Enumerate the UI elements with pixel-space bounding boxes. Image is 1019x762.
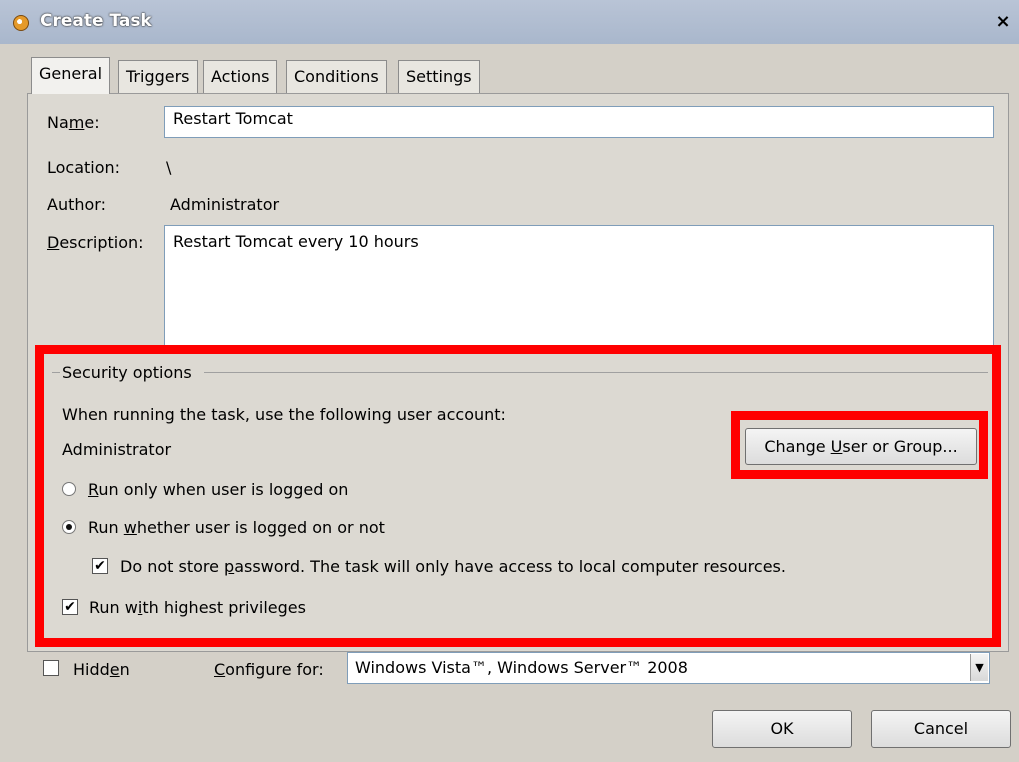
hidden-checkbox[interactable] (43, 660, 59, 676)
change-user-highlight-box (731, 411, 988, 479)
tab-settings[interactable]: Settings (398, 60, 480, 93)
window-title: Create Task (40, 11, 152, 31)
description-label: Description: (47, 233, 144, 252)
task-scheduler-icon (13, 15, 29, 31)
tab-actions[interactable]: Actions (203, 60, 278, 93)
configure-for-label: Configure for: (214, 660, 324, 679)
tab-triggers[interactable]: Triggers (118, 60, 198, 93)
cancel-button[interactable]: Cancel (871, 710, 1011, 748)
location-label: Location: (47, 158, 121, 177)
hidden-label[interactable]: Hidden (73, 660, 130, 679)
configure-for-select[interactable]: Windows Vista™, Windows Server™ 2008 ▼ (347, 652, 990, 684)
tab-conditions[interactable]: Conditions (286, 60, 387, 93)
name-field[interactable]: Restart Tomcat (164, 106, 994, 138)
chevron-down-icon[interactable]: ▼ (970, 654, 988, 681)
close-button[interactable]: × (990, 9, 1016, 35)
title-bar[interactable] (0, 0, 1019, 44)
configure-for-value: Windows Vista™, Windows Server™ 2008 (355, 658, 688, 677)
author-label: Author: (47, 195, 106, 214)
description-field[interactable]: Restart Tomcat every 10 hours (164, 225, 994, 350)
author-value: Administrator (170, 195, 280, 214)
name-label: Name: (47, 113, 100, 132)
location-value: \ (166, 158, 172, 177)
security-highlight-box (35, 345, 1001, 647)
tab-general[interactable]: General (31, 57, 111, 94)
ok-button[interactable]: OK (712, 710, 852, 748)
